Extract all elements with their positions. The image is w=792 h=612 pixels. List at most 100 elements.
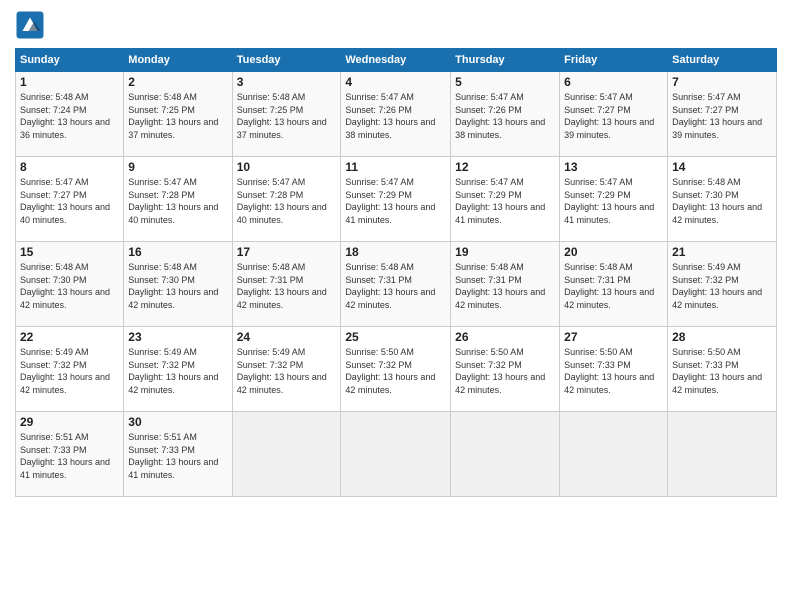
day-number: 25 xyxy=(345,330,446,344)
calendar-cell: 20 Sunrise: 5:48 AMSunset: 7:31 PMDayligh… xyxy=(560,242,668,327)
calendar-cell: 26 Sunrise: 5:50 AMSunset: 7:32 PMDayligh… xyxy=(451,327,560,412)
day-number: 4 xyxy=(345,75,446,89)
header xyxy=(15,10,777,40)
calendar-cell: 6Sunrise: 5:47 AMSunset: 7:27 PMDaylight… xyxy=(560,72,668,157)
day-info: Sunrise: 5:48 AMSunset: 7:31 PMDaylight:… xyxy=(237,261,337,311)
calendar-cell xyxy=(560,412,668,497)
calendar-cell: 13 Sunrise: 5:47 AMSunset: 7:29 PMDayligh… xyxy=(560,157,668,242)
day-number: 22 xyxy=(20,330,119,344)
day-info: Sunrise: 5:48 AMSunset: 7:31 PMDaylight:… xyxy=(345,261,446,311)
day-number: 15 xyxy=(20,245,119,259)
day-number: 17 xyxy=(237,245,337,259)
day-info: Sunrise: 5:47 AMSunset: 7:29 PMDaylight:… xyxy=(564,176,663,226)
day-info: Sunrise: 5:50 AMSunset: 7:33 PMDaylight:… xyxy=(564,346,663,396)
day-info: Sunrise: 5:48 AMSunset: 7:24 PMDaylight:… xyxy=(20,91,119,141)
calendar-cell: 14 Sunrise: 5:48 AMSunset: 7:30 PMDayligh… xyxy=(668,157,777,242)
day-number: 24 xyxy=(237,330,337,344)
calendar-cell xyxy=(668,412,777,497)
calendar-week-4: 22 Sunrise: 5:49 AMSunset: 7:32 PMDayligh… xyxy=(16,327,777,412)
calendar-cell: 22 Sunrise: 5:49 AMSunset: 7:32 PMDayligh… xyxy=(16,327,124,412)
logo-icon xyxy=(15,10,45,40)
day-number: 21 xyxy=(672,245,772,259)
calendar-cell xyxy=(451,412,560,497)
page: SundayMondayTuesdayWednesdayThursdayFrid… xyxy=(0,0,792,612)
day-info: Sunrise: 5:47 AMSunset: 7:27 PMDaylight:… xyxy=(20,176,119,226)
day-number: 26 xyxy=(455,330,555,344)
day-number: 16 xyxy=(128,245,227,259)
day-info: Sunrise: 5:50 AMSunset: 7:32 PMDaylight:… xyxy=(455,346,555,396)
day-info: Sunrise: 5:48 AMSunset: 7:31 PMDaylight:… xyxy=(564,261,663,311)
day-info: Sunrise: 5:47 AMSunset: 7:29 PMDaylight:… xyxy=(455,176,555,226)
day-info: Sunrise: 5:48 AMSunset: 7:25 PMDaylight:… xyxy=(237,91,337,141)
weekday-header-friday: Friday xyxy=(560,49,668,72)
calendar-week-2: 8 Sunrise: 5:47 AMSunset: 7:27 PMDaylight… xyxy=(16,157,777,242)
calendar-cell: 1Sunrise: 5:48 AMSunset: 7:24 PMDaylight… xyxy=(16,72,124,157)
weekday-header-saturday: Saturday xyxy=(668,49,777,72)
day-info: Sunrise: 5:49 AMSunset: 7:32 PMDaylight:… xyxy=(20,346,119,396)
day-number: 30 xyxy=(128,415,227,429)
day-info: Sunrise: 5:48 AMSunset: 7:30 PMDaylight:… xyxy=(128,261,227,311)
calendar-cell: 7Sunrise: 5:47 AMSunset: 7:27 PMDaylight… xyxy=(668,72,777,157)
day-number: 9 xyxy=(128,160,227,174)
calendar-cell: 9 Sunrise: 5:47 AMSunset: 7:28 PMDaylight… xyxy=(124,157,232,242)
calendar-week-3: 15 Sunrise: 5:48 AMSunset: 7:30 PMDayligh… xyxy=(16,242,777,327)
day-number: 29 xyxy=(20,415,119,429)
calendar-cell: 27 Sunrise: 5:50 AMSunset: 7:33 PMDayligh… xyxy=(560,327,668,412)
day-number: 28 xyxy=(672,330,772,344)
calendar-cell: 8 Sunrise: 5:47 AMSunset: 7:27 PMDaylight… xyxy=(16,157,124,242)
weekday-header-thursday: Thursday xyxy=(451,49,560,72)
calendar-cell: 2 Sunrise: 5:48 AMSunset: 7:25 PMDaylight… xyxy=(124,72,232,157)
calendar-cell: 5Sunrise: 5:47 AMSunset: 7:26 PMDaylight… xyxy=(451,72,560,157)
day-number: 11 xyxy=(345,160,446,174)
day-info: Sunrise: 5:50 AMSunset: 7:32 PMDaylight:… xyxy=(345,346,446,396)
day-number: 13 xyxy=(564,160,663,174)
day-info: Sunrise: 5:47 AMSunset: 7:27 PMDaylight:… xyxy=(564,91,663,141)
calendar-cell xyxy=(341,412,451,497)
calendar-cell: 15 Sunrise: 5:48 AMSunset: 7:30 PMDayligh… xyxy=(16,242,124,327)
day-info: Sunrise: 5:48 AMSunset: 7:30 PMDaylight:… xyxy=(672,176,772,226)
weekday-header-monday: Monday xyxy=(124,49,232,72)
day-number: 14 xyxy=(672,160,772,174)
day-info: Sunrise: 5:49 AMSunset: 7:32 PMDaylight:… xyxy=(237,346,337,396)
day-number: 19 xyxy=(455,245,555,259)
calendar-cell: 28 Sunrise: 5:50 AMSunset: 7:33 PMDayligh… xyxy=(668,327,777,412)
calendar-cell: 24 Sunrise: 5:49 AMSunset: 7:32 PMDayligh… xyxy=(232,327,341,412)
calendar-cell: 19 Sunrise: 5:48 AMSunset: 7:31 PMDayligh… xyxy=(451,242,560,327)
day-number: 20 xyxy=(564,245,663,259)
calendar-cell: 11Sunrise: 5:47 AMSunset: 7:29 PMDayligh… xyxy=(341,157,451,242)
calendar-cell: 30 Sunrise: 5:51 AMSunset: 7:33 PMDayligh… xyxy=(124,412,232,497)
day-number: 8 xyxy=(20,160,119,174)
calendar-cell: 21 Sunrise: 5:49 AMSunset: 7:32 PMDayligh… xyxy=(668,242,777,327)
day-number: 3 xyxy=(237,75,337,89)
day-number: 2 xyxy=(128,75,227,89)
calendar-week-5: 29 Sunrise: 5:51 AMSunset: 7:33 PMDayligh… xyxy=(16,412,777,497)
calendar-cell: 10Sunrise: 5:47 AMSunset: 7:28 PMDayligh… xyxy=(232,157,341,242)
day-info: Sunrise: 5:47 AMSunset: 7:28 PMDaylight:… xyxy=(237,176,337,226)
calendar-cell: 23 Sunrise: 5:49 AMSunset: 7:32 PMDayligh… xyxy=(124,327,232,412)
day-number: 23 xyxy=(128,330,227,344)
calendar-cell xyxy=(232,412,341,497)
day-info: Sunrise: 5:51 AMSunset: 7:33 PMDaylight:… xyxy=(128,431,227,481)
day-info: Sunrise: 5:49 AMSunset: 7:32 PMDaylight:… xyxy=(672,261,772,311)
day-info: Sunrise: 5:48 AMSunset: 7:31 PMDaylight:… xyxy=(455,261,555,311)
calendar-cell: 29 Sunrise: 5:51 AMSunset: 7:33 PMDayligh… xyxy=(16,412,124,497)
day-info: Sunrise: 5:51 AMSunset: 7:33 PMDaylight:… xyxy=(20,431,119,481)
day-info: Sunrise: 5:48 AMSunset: 7:25 PMDaylight:… xyxy=(128,91,227,141)
calendar-cell: 4Sunrise: 5:47 AMSunset: 7:26 PMDaylight… xyxy=(341,72,451,157)
weekday-header-wednesday: Wednesday xyxy=(341,49,451,72)
day-number: 27 xyxy=(564,330,663,344)
weekday-header-tuesday: Tuesday xyxy=(232,49,341,72)
calendar-cell: 17 Sunrise: 5:48 AMSunset: 7:31 PMDayligh… xyxy=(232,242,341,327)
day-info: Sunrise: 5:49 AMSunset: 7:32 PMDaylight:… xyxy=(128,346,227,396)
logo xyxy=(15,10,49,40)
day-info: Sunrise: 5:50 AMSunset: 7:33 PMDaylight:… xyxy=(672,346,772,396)
calendar-cell: 25 Sunrise: 5:50 AMSunset: 7:32 PMDayligh… xyxy=(341,327,451,412)
calendar-cell: 12Sunrise: 5:47 AMSunset: 7:29 PMDayligh… xyxy=(451,157,560,242)
weekday-header-sunday: Sunday xyxy=(16,49,124,72)
calendar-cell: 18Sunrise: 5:48 AMSunset: 7:31 PMDayligh… xyxy=(341,242,451,327)
calendar-header-row: SundayMondayTuesdayWednesdayThursdayFrid… xyxy=(16,49,777,72)
day-info: Sunrise: 5:47 AMSunset: 7:28 PMDaylight:… xyxy=(128,176,227,226)
day-info: Sunrise: 5:48 AMSunset: 7:30 PMDaylight:… xyxy=(20,261,119,311)
day-info: Sunrise: 5:47 AMSunset: 7:26 PMDaylight:… xyxy=(455,91,555,141)
calendar-cell: 16 Sunrise: 5:48 AMSunset: 7:30 PMDayligh… xyxy=(124,242,232,327)
